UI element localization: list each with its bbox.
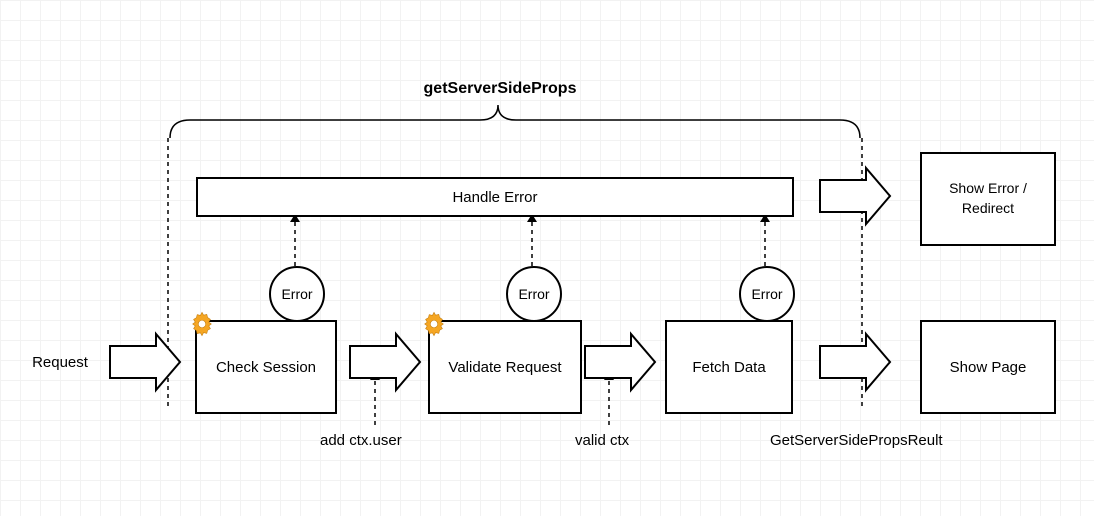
show-page-box: Show Page — [920, 320, 1056, 414]
error-label-2: Error — [518, 286, 549, 302]
validate-request-label: Validate Request — [448, 359, 561, 376]
show-error-box: Show Error / Redirect — [920, 152, 1056, 246]
handle-error-box: Handle Error — [196, 177, 794, 217]
check-session-label: Check Session — [216, 359, 316, 376]
annotation-add-ctx-user: add ctx.user — [320, 432, 402, 449]
request-label: Request — [20, 354, 100, 371]
annotation-valid-ctx: valid ctx — [575, 432, 629, 449]
gear-icon — [420, 310, 448, 338]
show-page-label: Show Page — [950, 359, 1027, 376]
error-label-3: Error — [751, 286, 782, 302]
diagram-title: getServerSideProps — [400, 80, 600, 98]
fetch-data-label: Fetch Data — [692, 359, 765, 376]
error-circle-3: Error — [739, 266, 795, 322]
gear-icon — [188, 310, 216, 338]
error-circle-2: Error — [506, 266, 562, 322]
handle-error-label: Handle Error — [452, 189, 537, 206]
annotation-result: GetServerSidePropsReult — [770, 432, 943, 449]
validate-request-box: Validate Request — [428, 320, 582, 414]
error-circle-1: Error — [269, 266, 325, 322]
error-label-1: Error — [281, 286, 312, 302]
fetch-data-box: Fetch Data — [665, 320, 793, 414]
check-session-box: Check Session — [195, 320, 337, 414]
show-error-label: Show Error / Redirect — [922, 179, 1054, 218]
